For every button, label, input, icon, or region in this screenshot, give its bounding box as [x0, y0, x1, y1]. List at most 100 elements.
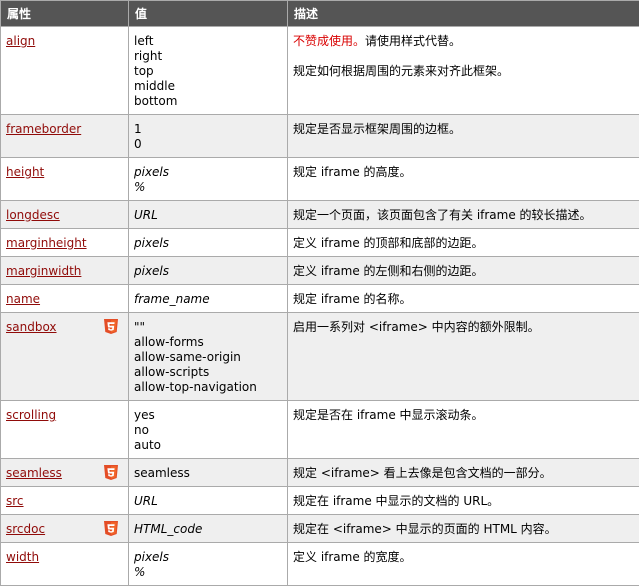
- attribute-cell: seamless: [1, 459, 129, 487]
- html5-icon: [104, 465, 118, 480]
- html5-icon: [104, 521, 118, 536]
- table-row: sandbox ""allow-formsallow-same-originall…: [1, 313, 639, 401]
- value-item: %: [134, 180, 282, 195]
- attribute-table: 属性 值 描述 align leftrighttopmiddlebottom 不赞成…: [0, 0, 639, 586]
- value-item: right: [134, 49, 282, 64]
- attribute-link-height[interactable]: height: [6, 165, 44, 179]
- value-cell: pixels%: [129, 543, 288, 586]
- value-item: top: [134, 64, 282, 79]
- description-text: 定义 iframe 的左侧和右侧的边距。: [293, 264, 634, 279]
- value-item: pixels: [134, 236, 282, 251]
- table-row: width pixels%定义 iframe 的宽度。: [1, 543, 639, 586]
- header-row: 属性 值 描述: [1, 1, 639, 27]
- header-description: 描述: [288, 1, 639, 27]
- value-item: allow-same-origin: [134, 350, 282, 365]
- value-item: left: [134, 34, 282, 49]
- description-text: 规定 <iframe> 看上去像是包含文档的一部分。: [293, 466, 634, 481]
- attribute-link-marginwidth[interactable]: marginwidth: [6, 264, 81, 278]
- description-cell: 规定 <iframe> 看上去像是包含文档的一部分。: [288, 459, 639, 487]
- description-text: 规定是否在 iframe 中显示滚动条。: [293, 408, 634, 423]
- description-cell: 规定在 iframe 中显示的文档的 URL。: [288, 487, 639, 515]
- value-item: HTML_code: [134, 522, 282, 537]
- attribute-link-src[interactable]: src: [6, 494, 24, 508]
- value-item: no: [134, 423, 282, 438]
- value-item: %: [134, 565, 282, 580]
- value-item: pixels: [134, 165, 282, 180]
- value-item: pixels: [134, 264, 282, 279]
- table-row: height pixels% 规定 iframe 的高度。: [1, 158, 639, 201]
- html5-icon: [104, 319, 118, 334]
- table-row: longdesc URL 规定一个页面，该页面包含了有关 iframe 的较长描述。: [1, 201, 639, 229]
- table-row: name frame_name 规定 iframe 的名称。: [1, 285, 639, 313]
- description-cell: 启用一系列对 <iframe> 中内容的额外限制。: [288, 313, 639, 401]
- value-cell: 10: [129, 115, 288, 158]
- value-item: yes: [134, 408, 282, 423]
- description-cell: 定义 iframe 的左侧和右侧的边距。: [288, 257, 639, 285]
- value-cell: pixels%: [129, 158, 288, 201]
- value-item: bottom: [134, 94, 282, 109]
- description-text: 启用一系列对 <iframe> 中内容的额外限制。: [293, 320, 634, 335]
- attribute-cell: height: [1, 158, 129, 201]
- table-row: frameborder10规定是否显示框架周围的边框。: [1, 115, 639, 158]
- description-text: 规定一个页面，该页面包含了有关 iframe 的较长描述。: [293, 208, 634, 223]
- value-cell: URL: [129, 201, 288, 229]
- value-cell: pixels: [129, 257, 288, 285]
- table-row: marginheight pixels 定义 iframe 的顶部和底部的边距。: [1, 229, 639, 257]
- table-row: seamless seamless 规定 <iframe> 看上去像是包含文档的一部…: [1, 459, 639, 487]
- header-attribute: 属性: [1, 1, 129, 27]
- value-item: allow-scripts: [134, 365, 282, 380]
- value-cell: seamless: [129, 459, 288, 487]
- value-item: "": [134, 320, 282, 335]
- description-text: 规定 iframe 的高度。: [293, 165, 634, 180]
- attribute-link-name[interactable]: name: [6, 292, 40, 306]
- deprecated-suffix: 请使用样式代替。: [365, 34, 461, 48]
- value-cell: leftrighttopmiddlebottom: [129, 27, 288, 115]
- attribute-cell: frameborder: [1, 115, 129, 158]
- value-cell: ""allow-formsallow-same-originallow-scri…: [129, 313, 288, 401]
- attribute-link-srcdoc[interactable]: srcdoc: [6, 522, 45, 536]
- table-row: marginwidth pixels 定义 iframe 的左侧和右侧的边距。: [1, 257, 639, 285]
- attribute-cell: scrolling: [1, 401, 129, 459]
- description-cell: 定义 iframe 的宽度。: [288, 543, 639, 586]
- attribute-link-frameborder[interactable]: frameborder: [6, 122, 81, 136]
- description-cell: 规定 iframe 的高度。: [288, 158, 639, 201]
- description-cell: 定义 iframe 的顶部和底部的边距。: [288, 229, 639, 257]
- attribute-cell: width: [1, 543, 129, 586]
- description-cell: 规定 iframe 的名称。: [288, 285, 639, 313]
- description-cell: 规定一个页面，该页面包含了有关 iframe 的较长描述。: [288, 201, 639, 229]
- value-item: allow-forms: [134, 335, 282, 350]
- table-row: scrolling yesnoauto 规定是否在 iframe 中显示滚动条。: [1, 401, 639, 459]
- value-cell: pixels: [129, 229, 288, 257]
- value-item: frame_name: [134, 292, 282, 307]
- attribute-cell: src: [1, 487, 129, 515]
- attribute-cell: longdesc: [1, 201, 129, 229]
- attribute-link-scrolling[interactable]: scrolling: [6, 408, 56, 422]
- value-item: 1: [134, 122, 282, 137]
- value-item: 0: [134, 137, 282, 152]
- attribute-cell: marginheight: [1, 229, 129, 257]
- value-cell: HTML_code: [129, 515, 288, 543]
- table-row: align leftrighttopmiddlebottom 不赞成使用。请使用样式…: [1, 27, 639, 115]
- attribute-cell: srcdoc: [1, 515, 129, 543]
- value-item: URL: [134, 494, 282, 509]
- value-item: seamless: [134, 466, 282, 481]
- value-cell: frame_name: [129, 285, 288, 313]
- description-cell: 规定在 <iframe> 中显示的页面的 HTML 内容。: [288, 515, 639, 543]
- attribute-link-align[interactable]: align: [6, 34, 35, 48]
- deprecated-warning: 不赞成使用。: [293, 34, 365, 48]
- attribute-link-marginheight[interactable]: marginheight: [6, 236, 87, 250]
- attribute-cell: marginwidth: [1, 257, 129, 285]
- value-cell: URL: [129, 487, 288, 515]
- attribute-link-sandbox[interactable]: sandbox: [6, 320, 57, 334]
- deprecation-note: 不赞成使用。请使用样式代替。: [293, 34, 634, 49]
- attribute-cell: sandbox: [1, 313, 129, 401]
- description-cell: 规定是否在 iframe 中显示滚动条。: [288, 401, 639, 459]
- attribute-cell: name: [1, 285, 129, 313]
- value-item: auto: [134, 438, 282, 453]
- attribute-link-width[interactable]: width: [6, 550, 39, 564]
- attribute-link-seamless[interactable]: seamless: [6, 466, 62, 480]
- attribute-link-longdesc[interactable]: longdesc: [6, 208, 60, 222]
- description-text: 定义 iframe 的顶部和底部的边距。: [293, 236, 634, 251]
- attribute-cell: align: [1, 27, 129, 115]
- value-item: middle: [134, 79, 282, 94]
